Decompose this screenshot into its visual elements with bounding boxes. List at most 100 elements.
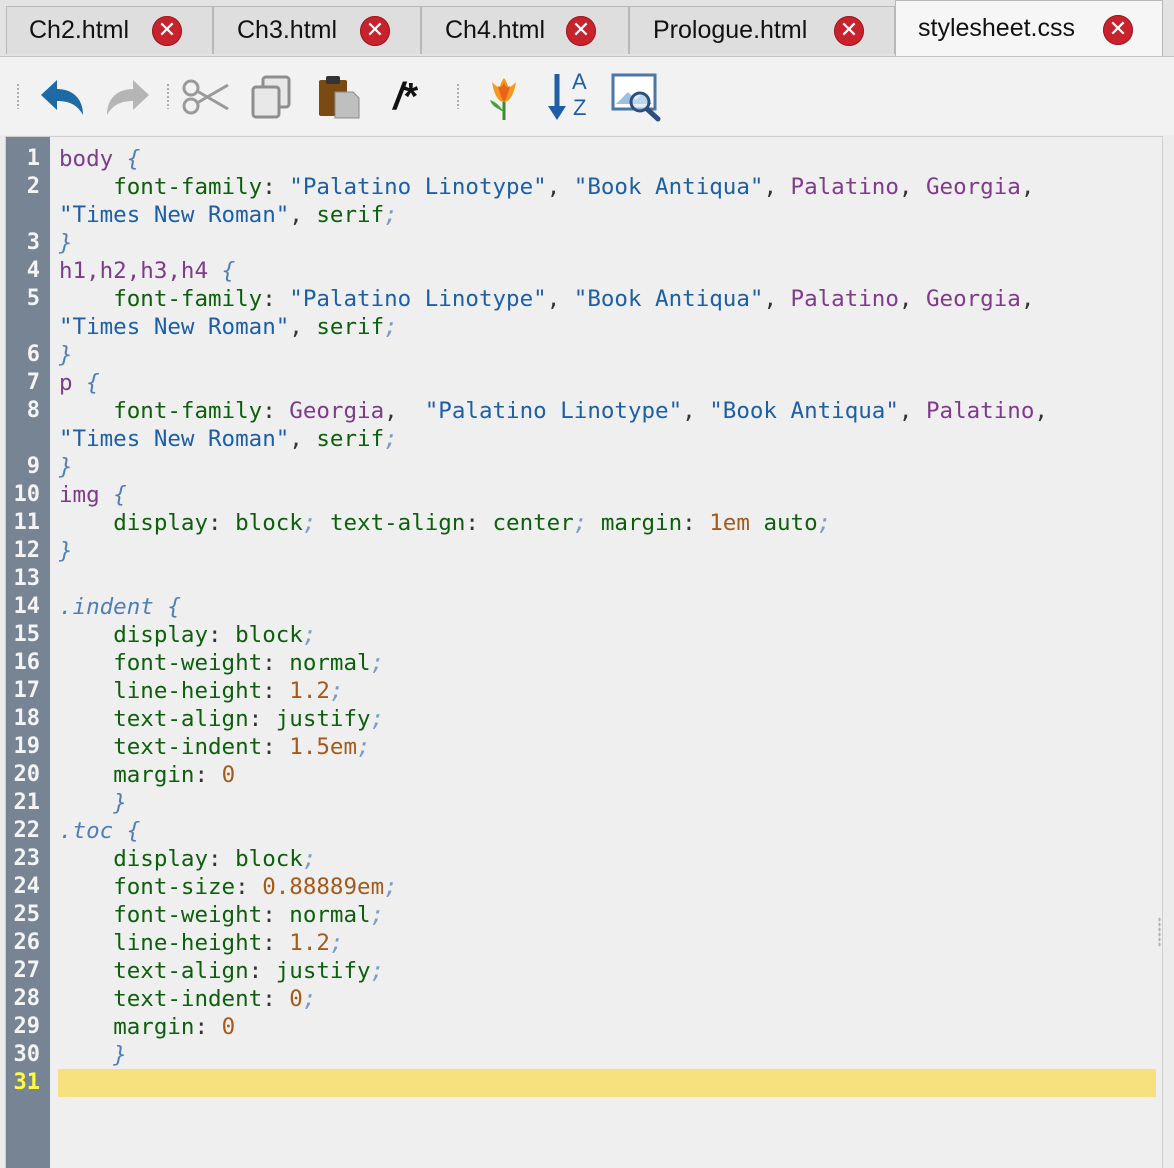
cut-button[interactable] <box>180 71 232 123</box>
tab-ch4[interactable]: Ch4.html ✕ <box>421 6 629 54</box>
line-text: font-family: Georgia, "Palatino Linotype… <box>59 397 1162 425</box>
image-search-icon <box>611 73 661 122</box>
token: Palatino <box>790 174 899 200</box>
code-line[interactable]: 11 display: block; text-align: center; m… <box>6 509 1162 537</box>
code-line[interactable]: 14 .indent { <box>6 593 1162 621</box>
code-line[interactable]: 5 font-family: "Palatino Linotype", "Boo… <box>6 285 1162 313</box>
code-line[interactable]: 15 display: block; <box>6 621 1162 649</box>
token: : <box>208 622 236 648</box>
line-text: text-align: justify; <box>59 705 1162 733</box>
tab-ch2[interactable]: Ch2.html ✕ <box>6 6 213 54</box>
line-number: 3 <box>26 230 40 255</box>
redo-button[interactable] <box>102 71 154 123</box>
line-number: 18 <box>13 706 41 731</box>
token: block <box>235 846 303 872</box>
code-line[interactable]: 24 font-size: 0.88889em; <box>6 873 1162 901</box>
code-line[interactable]: 6} <box>6 341 1162 369</box>
line-text: font-weight: normal; <box>59 901 1162 929</box>
code-line[interactable]: 30 } <box>6 1041 1162 1069</box>
code-line[interactable]: 9} <box>6 453 1162 481</box>
token: ; <box>384 202 398 228</box>
token: , <box>763 286 791 312</box>
sort-z-label: Z <box>573 95 587 120</box>
image-search-button[interactable] <box>610 71 662 123</box>
code-line[interactable]: 21 } <box>6 789 1162 817</box>
tab-prologue[interactable]: Prologue.html ✕ <box>629 6 895 54</box>
line-text: } <box>59 229 1162 257</box>
token: ; <box>370 650 385 676</box>
code-line[interactable]: 23 display: block; <box>6 845 1162 873</box>
line-number: 31 <box>13 1070 41 1095</box>
code-line[interactable]: 31 <box>6 1069 1162 1097</box>
code-line[interactable]: 2 font-family: "Palatino Linotype", "Boo… <box>6 173 1162 201</box>
code-line[interactable]: 4 h1,h2,h3,h4 { <box>6 257 1162 285</box>
code-editor[interactable]: 1 body {2 font-family: "Palatino Linotype… <box>5 136 1163 1168</box>
token: font-family <box>113 286 263 312</box>
token: "Times New Roman" <box>59 202 290 228</box>
undo-button[interactable] <box>36 71 88 123</box>
code-line[interactable]: "Times New Roman", serif; <box>6 201 1162 229</box>
code-line[interactable]: 19 text-indent: 1.5em; <box>6 733 1162 761</box>
code-line[interactable]: 8 font-family: Georgia, "Palatino Linoty… <box>6 397 1162 425</box>
line-number: 27 <box>13 958 41 983</box>
tab-ch3[interactable]: Ch3.html ✕ <box>213 6 421 54</box>
code-line[interactable]: 22 .toc { <box>6 817 1162 845</box>
comment-button[interactable]: /* <box>378 71 430 123</box>
line-text: p { <box>59 369 1162 397</box>
code-line[interactable]: 28 text-indent: 0; <box>6 985 1162 1013</box>
code-line[interactable]: 16 font-weight: normal; <box>6 649 1162 677</box>
line-number: 8 <box>26 398 40 423</box>
token: 0 <box>221 762 236 788</box>
code-line[interactable]: 7p { <box>6 369 1162 397</box>
code-line[interactable]: 13 <box>6 565 1162 593</box>
sort-button[interactable]: A Z <box>544 69 596 123</box>
code-line[interactable]: 20 margin: 0 <box>6 761 1162 789</box>
token: ; <box>370 706 385 732</box>
code-line[interactable]: "Times New Roman", serif; <box>6 425 1162 453</box>
code-line[interactable]: 17 line-height: 1.2; <box>6 677 1162 705</box>
line-text: "Times New Roman", serif; <box>59 313 1162 341</box>
line-text: } <box>59 1041 1162 1069</box>
code-line[interactable]: 29 margin: 0 <box>6 1013 1162 1041</box>
paste-button[interactable] <box>312 71 364 123</box>
token: ; <box>329 678 344 704</box>
token: Georgia <box>926 174 1021 200</box>
close-tab-icon[interactable]: ✕ <box>834 15 864 46</box>
token: center <box>492 510 574 536</box>
code-line[interactable]: 26 line-height: 1.2; <box>6 929 1162 957</box>
line-number: 10 <box>13 482 41 507</box>
line-text: display: block; text-align: center; marg… <box>59 509 1162 537</box>
token: , <box>289 202 317 228</box>
token: 1.2 <box>289 930 330 956</box>
close-tab-icon[interactable]: ✕ <box>566 15 596 46</box>
token: , <box>1034 398 1048 424</box>
token: Palatino <box>790 286 899 312</box>
tab-stylesheet[interactable]: stylesheet.css ✕ <box>895 0 1163 56</box>
code-area[interactable]: 1 body {2 font-family: "Palatino Linotype… <box>6 145 1162 1097</box>
code-line[interactable]: 12} <box>6 537 1162 565</box>
token: 1.5em <box>289 734 358 760</box>
resize-grip[interactable] <box>1158 917 1161 947</box>
close-tab-icon[interactable]: ✕ <box>1103 15 1133 45</box>
token: serif <box>316 426 385 452</box>
line-number: 4 <box>26 258 40 283</box>
code-line[interactable]: "Times New Roman", serif; <box>6 313 1162 341</box>
code-line[interactable]: 27 text-align: justify; <box>6 957 1162 985</box>
spellcheck-button[interactable] <box>478 71 530 123</box>
toolbar-grip[interactable] <box>16 83 20 109</box>
close-tab-icon[interactable]: ✕ <box>152 15 182 46</box>
code-line[interactable]: 25 font-weight: normal; <box>6 901 1162 929</box>
close-tab-icon[interactable]: ✕ <box>360 15 390 46</box>
code-line[interactable]: 10 img { <box>6 481 1162 509</box>
code-line[interactable]: 3} <box>6 229 1162 257</box>
code-line[interactable]: 18 text-align: justify; <box>6 705 1162 733</box>
copy-button[interactable] <box>246 71 298 123</box>
token: { <box>126 146 141 172</box>
token: body <box>59 146 114 172</box>
code-line[interactable]: 1 body { <box>6 145 1162 173</box>
